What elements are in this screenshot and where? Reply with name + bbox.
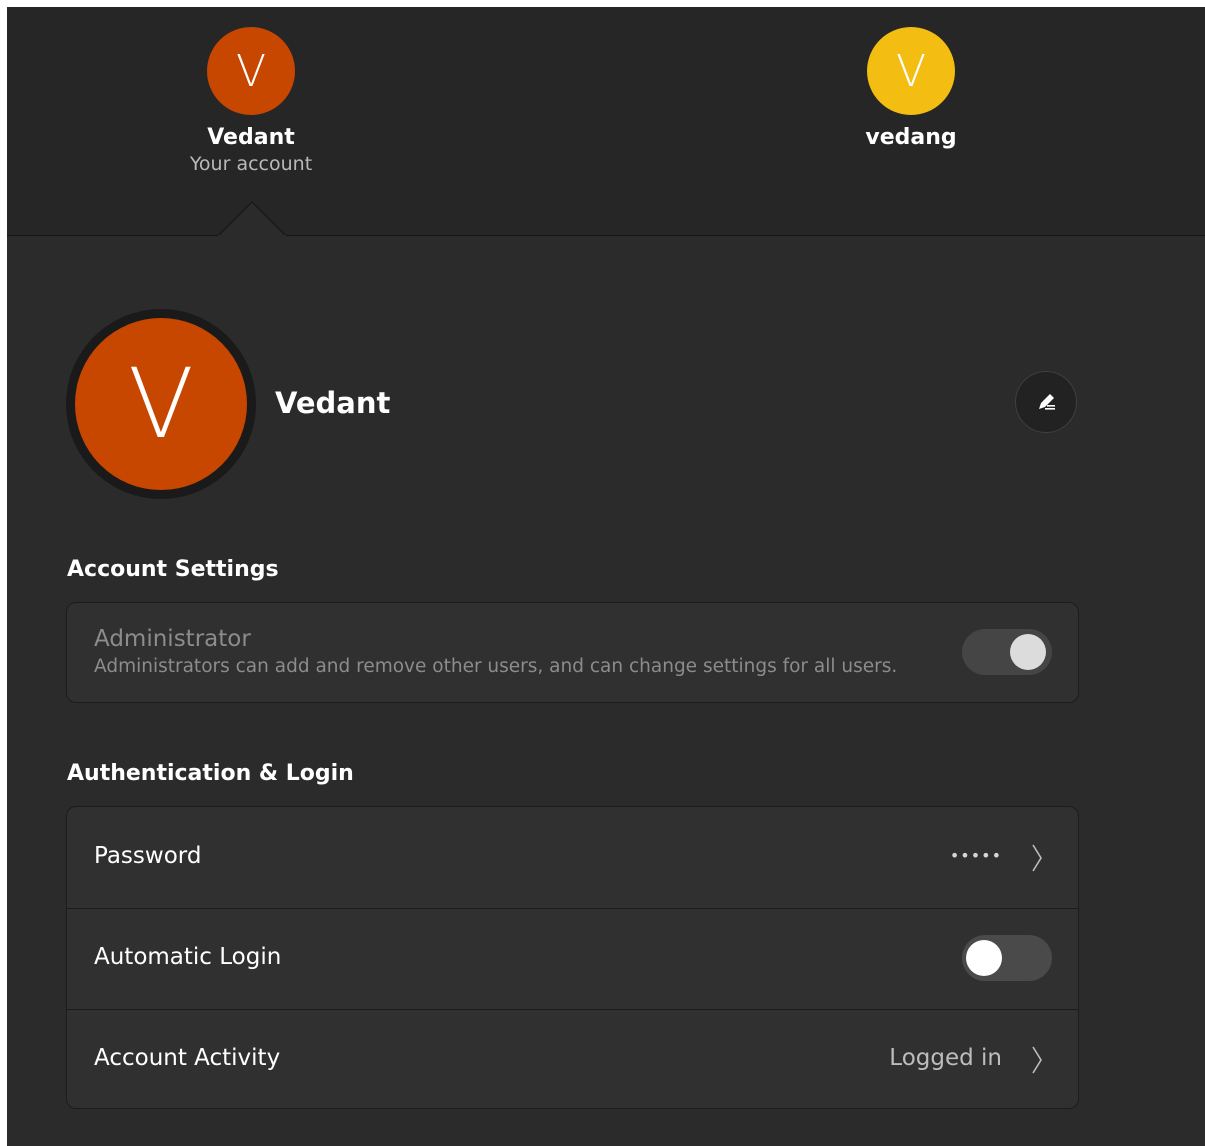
user-card-vedang[interactable]: V vedang xyxy=(801,7,1021,152)
users-settings-panel: V Vedant Your account V vedang V Vedant xyxy=(7,7,1205,1146)
section-title-account-settings: Account Settings xyxy=(67,557,279,582)
account-settings-group: Administrator Administrators can add and… xyxy=(66,602,1079,703)
user-name: Vedant xyxy=(207,125,295,150)
chevron-right-icon xyxy=(1032,1046,1042,1074)
user-subtitle: Your account xyxy=(189,153,313,175)
profile-avatar-initial: V xyxy=(128,348,194,460)
user-name: vedang xyxy=(865,125,957,150)
avatar: V xyxy=(867,27,955,115)
password-label: Password xyxy=(94,843,202,869)
avatar-initial: V xyxy=(895,45,927,97)
profile-avatar[interactable]: V xyxy=(75,318,247,490)
edit-name-button[interactable] xyxy=(1015,371,1077,433)
account-activity-label: Account Activity xyxy=(94,1045,281,1071)
avatar: V xyxy=(207,27,295,115)
automatic-login-switch[interactable] xyxy=(962,935,1052,981)
account-activity-value: Logged in xyxy=(889,1045,1002,1071)
pencil-icon xyxy=(1039,394,1055,410)
chevron-right-icon xyxy=(1032,844,1042,872)
password-row[interactable]: Password ••••• xyxy=(67,807,1078,908)
profile-name: Vedant xyxy=(275,386,391,420)
switch-knob xyxy=(966,940,1002,976)
switch-knob xyxy=(1010,634,1046,670)
password-value: ••••• xyxy=(949,846,1002,865)
avatar-initial: V xyxy=(235,45,267,97)
selected-user-pointer xyxy=(218,201,286,236)
account-activity-row[interactable]: Account Activity Logged in xyxy=(67,1009,1078,1108)
automatic-login-label: Automatic Login xyxy=(94,944,282,970)
user-card-vedant[interactable]: V Vedant Your account xyxy=(141,7,361,176)
authentication-group: Password ••••• Automatic Login Account A… xyxy=(66,806,1079,1109)
user-switcher: V Vedant Your account V vedang xyxy=(7,7,1205,236)
administrator-switch[interactable] xyxy=(962,629,1052,675)
administrator-description: Administrators can add and remove other … xyxy=(94,656,898,677)
profile-avatar-frame: V xyxy=(66,309,256,499)
administrator-label: Administrator xyxy=(94,626,251,652)
administrator-row: Administrator Administrators can add and… xyxy=(67,603,1078,702)
automatic-login-row: Automatic Login xyxy=(67,908,1078,1009)
section-title-authentication: Authentication & Login xyxy=(67,761,354,786)
